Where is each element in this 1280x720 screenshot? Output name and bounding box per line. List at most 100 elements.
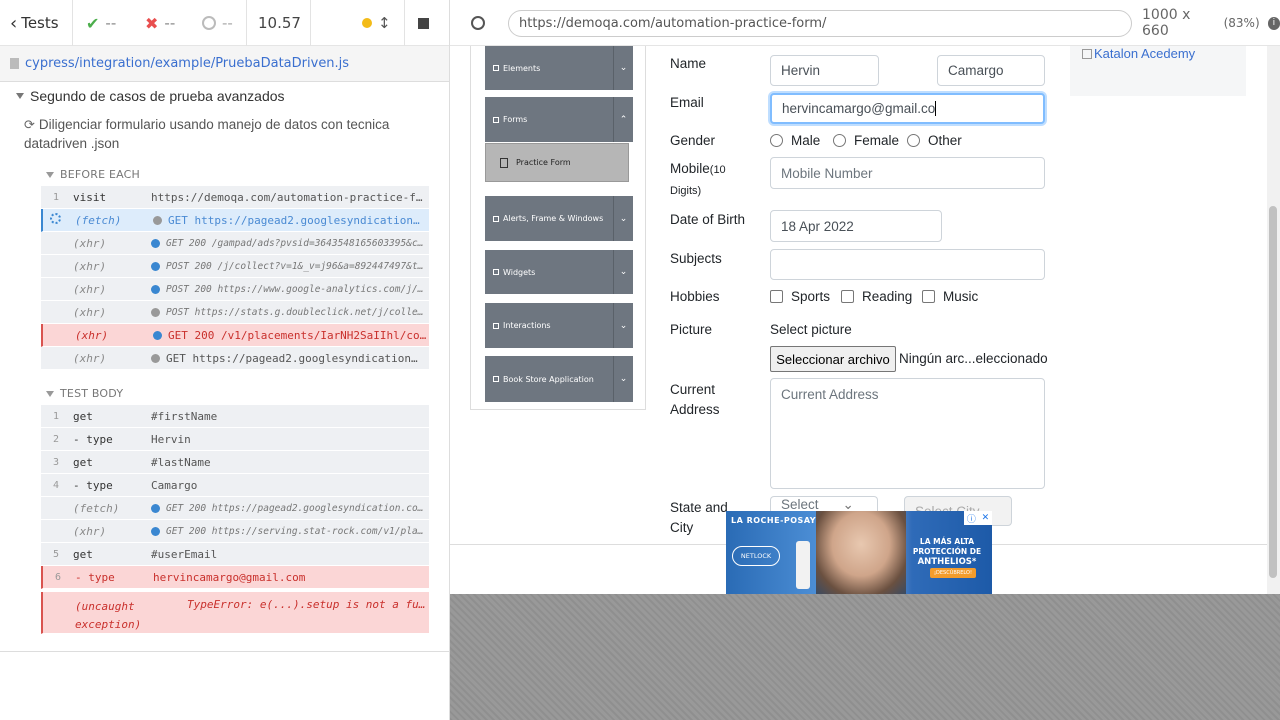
- command-row[interactable]: 5 get #userEmail: [41, 543, 429, 566]
- command-message-wrap: Camargo: [151, 479, 429, 492]
- status-dot-icon: [153, 215, 162, 225]
- ad-cta[interactable]: ¡DESCÚBRELO!: [930, 568, 976, 578]
- group-text: Widgets: [503, 267, 536, 277]
- refresh-icon: ⟳: [24, 118, 35, 133]
- command-name: (fetch): [75, 213, 122, 227]
- caret-down-icon: [16, 93, 24, 99]
- url-bar[interactable]: https://demoqa.com/automation-practice-f…: [508, 10, 1132, 37]
- command-row[interactable]: 1 get #firstName: [41, 405, 429, 428]
- stop-button[interactable]: [418, 0, 429, 46]
- auto-scroll-icon[interactable]: ↕: [378, 14, 391, 32]
- command-row[interactable]: (xhr) POST 200 https://www.google-analyti…: [41, 278, 429, 301]
- sidebar-group-widgets[interactable]: Widgets ⌄: [485, 250, 633, 294]
- status-dot-icon: [151, 284, 160, 294]
- test-body-header[interactable]: TEST BODY: [46, 387, 123, 400]
- sidebar-group-interactions[interactable]: Interactions ⌄: [485, 303, 633, 348]
- ad-headline-line: PROTECCIÓN DE: [912, 547, 982, 556]
- subjects-input[interactable]: [770, 249, 1045, 280]
- command-row[interactable]: 4 - type Camargo: [41, 474, 429, 497]
- gender-radio-other[interactable]: Other: [907, 133, 962, 148]
- cypress-runner: ‹ Tests ✔ -- ✖ -- -- 10.57 ↕ cypress/int…: [0, 0, 1280, 720]
- selector-playground-button[interactable]: [468, 13, 488, 33]
- last-name-value: Camargo: [948, 63, 1004, 78]
- gender-radio-male[interactable]: Male: [770, 133, 820, 148]
- radio-circle: [770, 134, 783, 147]
- sidebar-menu: Elements ⌄ Forms ⌃ Practice Form Alerts,…: [470, 46, 646, 410]
- reporter-panel: ‹ Tests ✔ -- ✖ -- -- 10.57 ↕ cypress/int…: [0, 0, 450, 720]
- command-message: GET 200 https://pagead2.googlesyndicatio…: [166, 502, 424, 514]
- error-command[interactable]: (uncaught exception) TypeError: e(...).s…: [41, 592, 429, 634]
- viewport-size: 1000 x 660: [1142, 7, 1191, 39]
- sidebar-group-alerts[interactable]: Alerts, Frame & Windows ⌄: [485, 196, 633, 241]
- test-title[interactable]: ⟳ Diligenciar formulario usando manejo de…: [24, 116, 424, 154]
- aut-scrollbar[interactable]: [1267, 46, 1280, 594]
- command-row[interactable]: (xhr) GET https://pagead2.googlesyndicati…: [41, 347, 429, 370]
- advertisement[interactable]: LA ROCHE-POSAY NETLOCK LA MÁS ALTA PROTE…: [726, 511, 992, 594]
- command-row[interactable]: (xhr) GET 200 /gampad/ads?pvsid=364354816…: [41, 232, 429, 255]
- hobby-checkbox-sports[interactable]: Sports: [770, 289, 830, 304]
- x-icon: ✖: [145, 13, 159, 33]
- chevron-up-icon: ⌃: [613, 97, 633, 142]
- command-row[interactable]: 6 - type hervincamargo@gmail.com: [41, 566, 429, 589]
- command-row[interactable]: 3 get #lastName: [41, 451, 429, 474]
- ad-close-button[interactable]: ⓘ ✕: [964, 511, 992, 525]
- gender-radio-female[interactable]: Female: [833, 133, 899, 148]
- passed-count: ✔ --: [86, 0, 116, 46]
- command-row[interactable]: (xhr) POST https://stats.g.doubleclick.ne…: [41, 301, 429, 324]
- command-row[interactable]: 1 visit https://demoqa.com/automation-prac…: [41, 186, 429, 209]
- command-row[interactable]: (fetch) GET https://pagead2.googlesyndica…: [41, 209, 429, 232]
- checkbox-label: Reading: [862, 289, 913, 304]
- sidebar-group-forms[interactable]: Forms ⌃: [485, 97, 633, 142]
- command-row[interactable]: 2 - type Hervin: [41, 428, 429, 451]
- command-row-error[interactable]: (uncaught exception) TypeError: e(...).s…: [41, 592, 429, 634]
- suite-title[interactable]: Segundo de casos de prueba avanzados: [16, 88, 285, 104]
- email-input[interactable]: hervincamargo@gmail.co: [770, 93, 1045, 124]
- address-label-line: Address: [670, 402, 720, 417]
- first-name-value: Hervin: [781, 63, 821, 78]
- command-row[interactable]: (xhr) GET 200 https://serving.stat-rock.c…: [41, 520, 429, 543]
- scrollbar-thumb[interactable]: [1269, 206, 1277, 578]
- checkbox-label: Music: [943, 289, 979, 304]
- window-icon: [493, 215, 499, 222]
- text-cursor: [935, 101, 937, 116]
- command-name: (xhr): [73, 236, 107, 250]
- current-address-textarea[interactable]: Current Address: [770, 378, 1045, 489]
- command-message-wrap: GET 200 https://serving.stat-rock.com/v1…: [151, 526, 429, 537]
- choose-file-button[interactable]: Seleccionar archivo: [770, 346, 896, 372]
- sidebar-item-practice-form[interactable]: Practice Form: [485, 143, 629, 182]
- hobby-checkbox-reading[interactable]: Reading: [841, 289, 912, 304]
- browser-toolbar: https://demoqa.com/automation-practice-f…: [450, 0, 1280, 46]
- command-message: POST 200 https://www.google-analytics.co…: [166, 283, 424, 295]
- command-row[interactable]: (xhr) POST 200 /j/collect?v=1&_v=j96&a=89…: [41, 255, 429, 278]
- spec-path-link[interactable]: cypress/integration/example/PruebaDataDr…: [25, 56, 349, 71]
- mobile-input[interactable]: Mobile Number: [770, 157, 1045, 189]
- group-text: Forms: [503, 115, 528, 124]
- command-name: - type: [73, 478, 113, 492]
- command-row[interactable]: (xhr) GET 200 /v1/placements/IarNH2SaIIhl…: [41, 324, 429, 347]
- command-name: (xhr): [75, 328, 109, 342]
- group-label: Widgets: [485, 268, 613, 277]
- hobby-checkbox-music[interactable]: Music: [922, 289, 978, 304]
- first-name-input[interactable]: Hervin: [770, 55, 879, 86]
- command-number: 6: [54, 571, 61, 583]
- status-dot-icon: [151, 261, 160, 271]
- katalon-banner[interactable]: Katalon Acedemy: [1070, 46, 1246, 96]
- radio-circle: [907, 134, 920, 147]
- command-message: Camargo: [151, 478, 198, 492]
- group-text: Alerts, Frame & Windows: [503, 214, 604, 223]
- info-icon[interactable]: i: [1267, 16, 1280, 30]
- before-each-header[interactable]: BEFORE EACH: [46, 168, 140, 181]
- command-row[interactable]: (fetch) GET 200 https://pagead2.googlesyn…: [41, 497, 429, 520]
- state-label-line: State and: [670, 500, 728, 515]
- katalon-alt-text: Katalon Acedemy: [1094, 46, 1196, 61]
- sidebar-group-book-store[interactable]: Book Store Application ⌄: [485, 356, 633, 402]
- spec-path-bar: cypress/integration/example/PruebaDataDr…: [0, 46, 449, 82]
- select-picture-label: Select picture: [770, 322, 852, 337]
- sidebar-group-elements[interactable]: Elements ⌄: [485, 46, 633, 90]
- hobbies-label: Hobbies: [670, 289, 720, 304]
- book-icon: [493, 376, 499, 382]
- back-to-tests-button[interactable]: ‹ Tests: [10, 0, 59, 46]
- command-number: 5: [52, 548, 59, 560]
- dob-input[interactable]: 18 Apr 2022: [770, 210, 942, 242]
- last-name-input[interactable]: Camargo: [937, 55, 1045, 86]
